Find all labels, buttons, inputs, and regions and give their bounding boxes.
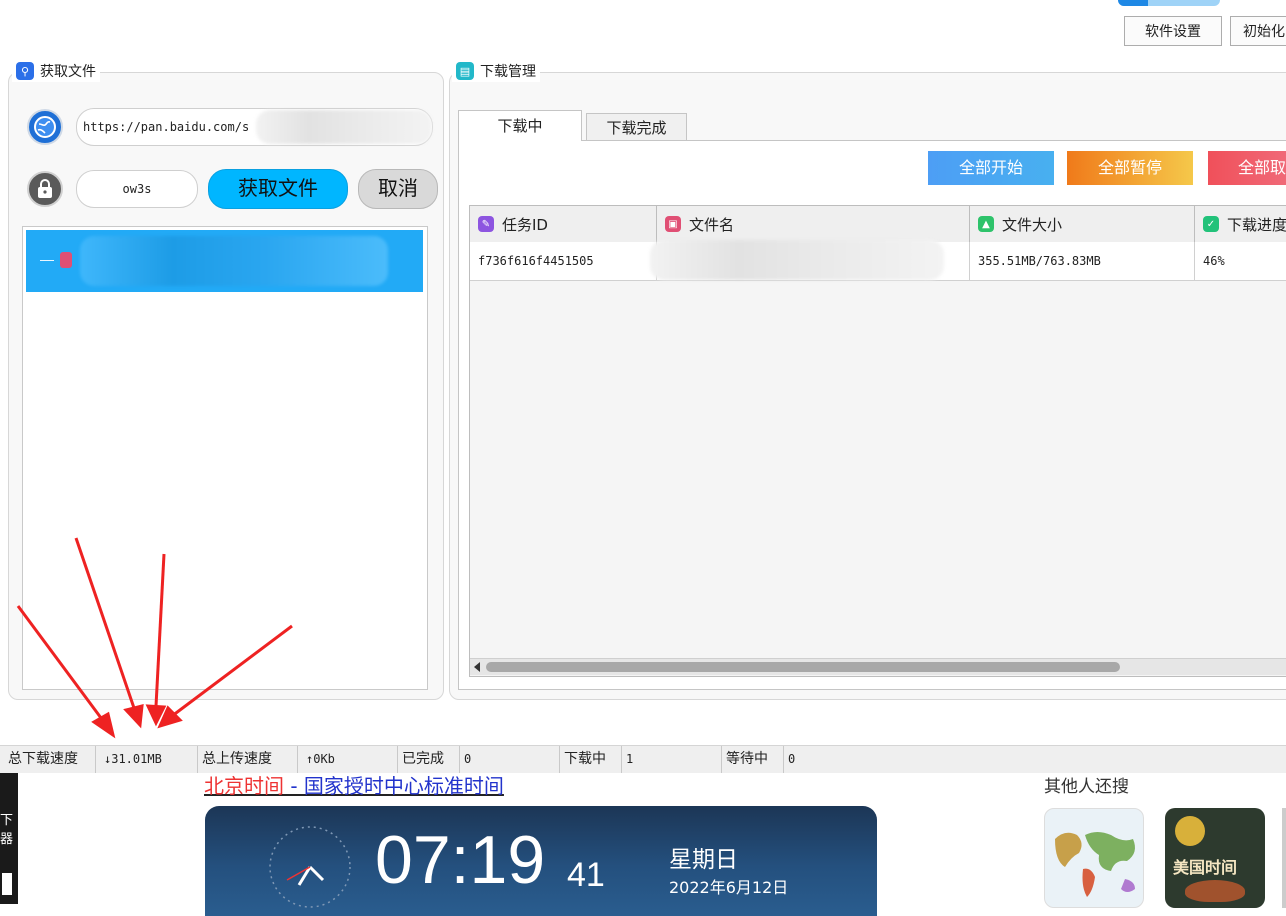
initialize-button[interactable]: 初始化 xyxy=(1230,16,1286,46)
tab-downloading[interactable]: 下载中 xyxy=(458,110,582,141)
upload-speed-value: ↑0Kb xyxy=(298,746,398,773)
cancel-button[interactable]: 取消 xyxy=(358,169,438,209)
waiting-label: 等待中 xyxy=(722,746,784,773)
storage-icon: ▲ xyxy=(978,216,994,232)
file-tree-selected-row[interactable] xyxy=(26,230,423,292)
cell-file-size: 355.51MB/763.83MB xyxy=(970,242,1195,280)
left-edge-thumbnail: 下器 xyxy=(0,773,18,904)
lock-icon xyxy=(27,171,63,207)
cell-progress: 46% xyxy=(1203,254,1225,268)
upload-speed-label: 总上传速度 xyxy=(198,746,298,773)
clock-seconds: 41 xyxy=(567,856,605,894)
downloading-value: 1 xyxy=(622,746,722,773)
download-manager-title-text: 下载管理 xyxy=(480,64,536,80)
status-bar: 总下载速度 ↓31.01MB 总上传速度 ↑0Kb 已完成 0 下载中 1 等待… xyxy=(0,745,1286,773)
completed-value: 0 xyxy=(460,746,560,773)
clock-face-icon xyxy=(269,826,351,908)
column-progress[interactable]: ✓ 下载进度 xyxy=(1195,206,1286,242)
search-icon: ⚲ xyxy=(16,62,34,80)
download-speed-value: ↓31.01MB xyxy=(96,746,198,773)
downloading-label: 下载中 xyxy=(560,746,622,773)
top-tab-fragment xyxy=(1118,0,1220,6)
fetch-file-button[interactable]: 获取文件 xyxy=(208,169,348,209)
url-redaction xyxy=(256,110,432,144)
date: 2022年6月12日 xyxy=(669,878,789,897)
waiting-value: 0 xyxy=(788,752,796,766)
scroll-left-icon[interactable] xyxy=(474,662,480,672)
clock-widget: 07:19 41 星期日 2022年6月12日 xyxy=(205,806,877,916)
american-time-book-thumbnail[interactable]: 美国时间 xyxy=(1165,808,1265,908)
annotation-arrows xyxy=(16,537,293,739)
fetch-file-title-text: 获取文件 xyxy=(40,64,96,80)
scroll-thumb[interactable] xyxy=(486,662,1120,672)
download-table: ✎ 任务ID ▣ 文件名 ▲ 文件大小 ✓ 下载进度 f736f616f4451… xyxy=(469,205,1286,677)
file-icon: ▣ xyxy=(665,216,681,232)
start-all-button[interactable]: 全部开始 xyxy=(928,151,1054,185)
cancel-all-button[interactable]: 全部取 xyxy=(1208,151,1286,185)
download-speed-label: 总下载速度 xyxy=(0,746,96,773)
extract-code-input[interactable]: ow3s xyxy=(76,170,198,208)
beijing-time-link[interactable]: 北京时间 - 国家授时中心标准时间 xyxy=(204,770,504,799)
download-manager-title: ▤ 下载管理 xyxy=(452,60,540,82)
column-file-size[interactable]: ▲ 文件大小 xyxy=(970,206,1195,242)
fetch-file-group-title: ⚲ 获取文件 xyxy=(12,60,100,82)
column-file-name[interactable]: ▣ 文件名 xyxy=(657,206,970,242)
check-icon: ✓ xyxy=(1203,216,1219,232)
horizontal-scrollbar[interactable] xyxy=(470,658,1286,675)
filename-redaction xyxy=(650,240,944,280)
column-task-id[interactable]: ✎ 任务ID xyxy=(470,206,657,242)
next-thumbnail-edge xyxy=(1282,808,1286,908)
weekday: 星期日 xyxy=(669,847,738,873)
world-map-thumbnail[interactable] xyxy=(1044,808,1144,908)
table-header: ✎ 任务ID ▣ 文件名 ▲ 文件大小 ✓ 下载进度 xyxy=(470,206,1286,243)
globe-icon xyxy=(27,109,63,145)
pause-all-button[interactable]: 全部暂停 xyxy=(1067,151,1193,185)
edit-icon: ✎ xyxy=(478,216,494,232)
tab-downloaded[interactable]: 下载完成 xyxy=(586,113,687,141)
clock-time: 07:19 xyxy=(375,822,546,898)
others-search-heading: 其他人还搜 xyxy=(1044,777,1129,797)
cell-task-id: f736f616f4451505 xyxy=(470,242,657,280)
clipboard-icon: ▤ xyxy=(456,62,474,80)
completed-label: 已完成 xyxy=(398,746,460,773)
software-settings-button[interactable]: 软件设置 xyxy=(1124,16,1222,46)
file-icon xyxy=(60,252,72,268)
